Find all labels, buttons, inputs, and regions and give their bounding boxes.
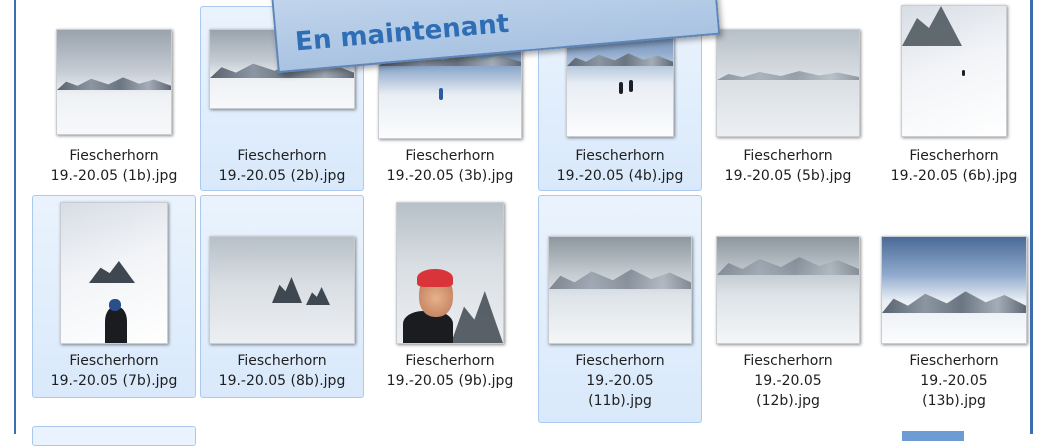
- file-item-9b[interactable]: Fiescherhorn 19.-20.05 (9b).jpg: [368, 195, 532, 398]
- file-name-line1: Fiescherhorn: [909, 353, 999, 369]
- file-name-line2: 19.-20.05: [920, 373, 988, 389]
- file-item-6b[interactable]: Fiescherhorn 19.-20.05 (6b).jpg: [874, 5, 1034, 191]
- file-name-line2: 19.-20.05: [754, 373, 822, 389]
- file-name-line1: Fiescherhorn: [237, 353, 327, 369]
- file-name-line1: Fiescherhorn: [743, 148, 833, 164]
- file-name-line3: (12b).jpg: [756, 393, 820, 409]
- image-thumbnail: [56, 29, 172, 135]
- file-item-partial-selected[interactable]: [902, 431, 964, 441]
- window-frame-left: [14, 0, 16, 434]
- file-name-line1: Fiescherhorn: [237, 148, 327, 164]
- file-name-line2: 19.-20.05 (3b).jpg: [386, 168, 514, 184]
- image-thumbnail: [881, 236, 1027, 344]
- file-name-line1: Fiescherhorn: [743, 353, 833, 369]
- file-item-7b[interactable]: Fiescherhorn 19.-20.05 (7b).jpg: [32, 195, 196, 398]
- file-item-5b[interactable]: Fiescherhorn 19.-20.05 (5b).jpg: [706, 6, 870, 191]
- file-item-1b[interactable]: Fiescherhorn 19.-20.05 (1b).jpg: [32, 6, 196, 191]
- image-thumbnail: [548, 236, 692, 344]
- file-name-line1: Fiescherhorn: [405, 148, 495, 164]
- file-name-line1: Fiescherhorn: [909, 148, 999, 164]
- file-name-line1: Fiescherhorn: [69, 353, 159, 369]
- file-name-line2: 19.-20.05 (7b).jpg: [50, 373, 178, 389]
- file-item-partial[interactable]: [32, 426, 196, 446]
- file-name-line2: 19.-20.05 (6b).jpg: [890, 168, 1018, 184]
- file-name-line2: 19.-20.05 (8b).jpg: [218, 373, 346, 389]
- file-name-line2: 19.-20.05 (4b).jpg: [556, 168, 684, 184]
- file-name-line1: Fiescherhorn: [575, 148, 665, 164]
- image-thumbnail: [60, 202, 168, 344]
- file-item-13b[interactable]: Fiescherhorn 19.-20.05 (13b).jpg: [874, 195, 1034, 423]
- image-thumbnail: [901, 5, 1007, 137]
- file-name-line2: 19.-20.05 (5b).jpg: [724, 168, 852, 184]
- file-name-line3: (13b).jpg: [922, 393, 986, 409]
- image-thumbnail: [716, 29, 860, 137]
- file-name-line3: (11b).jpg: [588, 393, 652, 409]
- file-name-line1: Fiescherhorn: [69, 148, 159, 164]
- file-name-line1: Fiescherhorn: [405, 353, 495, 369]
- file-name-line2: 19.-20.05: [586, 373, 654, 389]
- file-item-11b[interactable]: Fiescherhorn 19.-20.05 (11b).jpg: [538, 195, 702, 423]
- file-item-8b[interactable]: Fiescherhorn 19.-20.05 (8b).jpg: [200, 195, 364, 398]
- file-name-line2: 19.-20.05 (9b).jpg: [386, 373, 514, 389]
- image-thumbnail: [209, 236, 355, 344]
- file-name-line1: Fiescherhorn: [575, 353, 665, 369]
- image-thumbnail: [716, 236, 860, 344]
- banner-text: En maintenant: [294, 8, 511, 58]
- file-item-12b[interactable]: Fiescherhorn 19.-20.05 (12b).jpg: [706, 195, 870, 423]
- file-name-line2: 19.-20.05 (2b).jpg: [218, 168, 346, 184]
- file-name-line2: 19.-20.05 (1b).jpg: [50, 168, 178, 184]
- image-thumbnail: [396, 202, 504, 344]
